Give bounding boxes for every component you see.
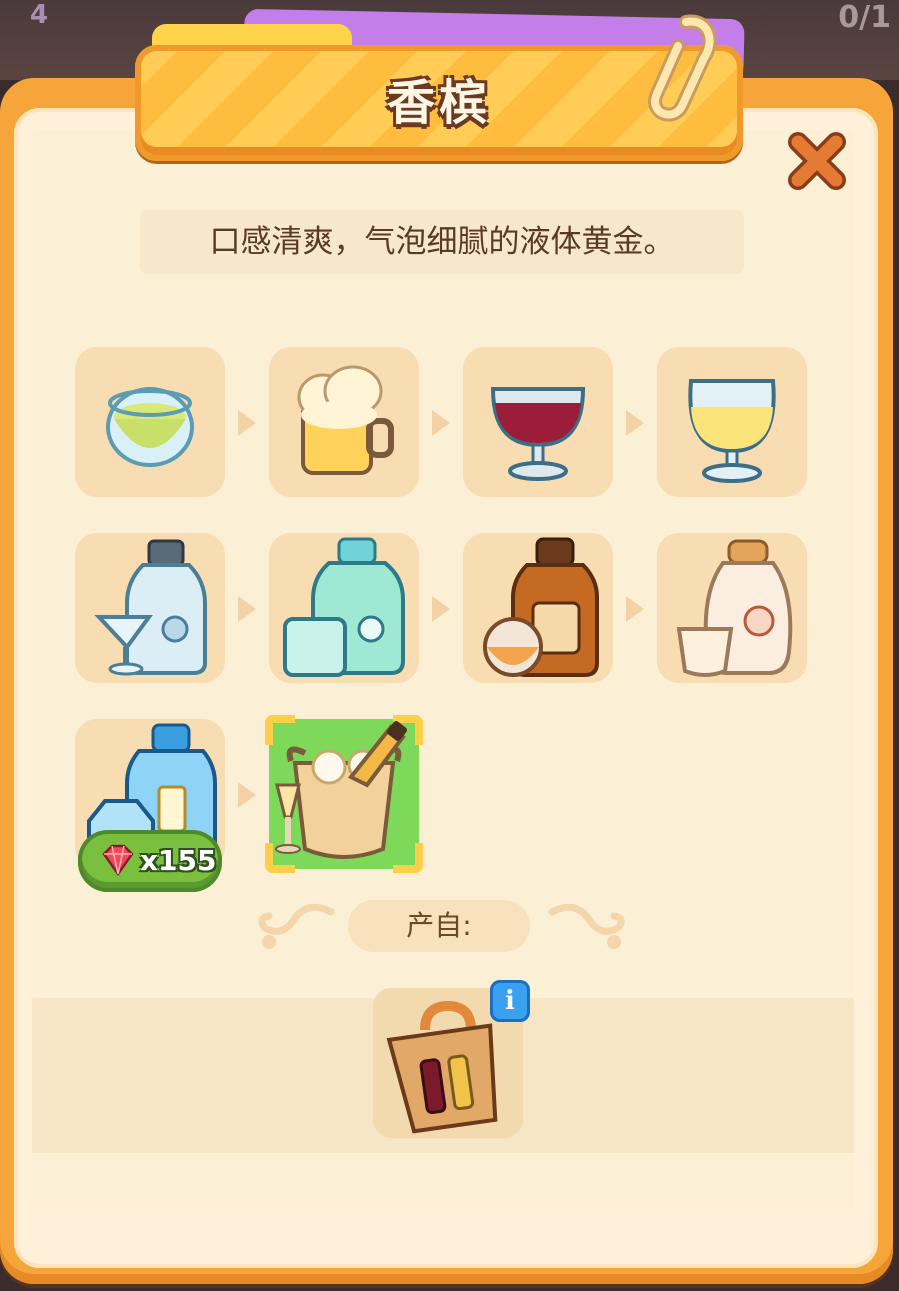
- source-label: 产自:: [348, 900, 530, 952]
- whiskey-bottle-icon: [483, 537, 599, 677]
- tea-cup-icon: [106, 387, 194, 467]
- close-button[interactable]: [786, 130, 848, 192]
- close-x-icon: [788, 132, 846, 190]
- chevron-right-icon: [238, 782, 256, 808]
- chain-item-vodka[interactable]: [75, 533, 225, 683]
- chevron-right-icon: [432, 410, 450, 436]
- background-counter-right: 0/1: [838, 0, 891, 35]
- chevron-right-icon: [626, 596, 644, 622]
- info-button[interactable]: i: [490, 980, 530, 1022]
- vodka-bottle-icon: [94, 539, 207, 676]
- buy-button[interactable]: x155: [78, 830, 222, 892]
- background-counter-left: 4: [30, 0, 49, 30]
- chevron-right-icon: [238, 410, 256, 436]
- chain-item-green-bottle[interactable]: [269, 533, 419, 683]
- chevron-right-icon: [626, 410, 644, 436]
- panel-footer: [32, 1154, 854, 1208]
- chain-item-red-wine-glass[interactable]: [463, 347, 613, 497]
- chain-item-white-wine-glass[interactable]: [657, 347, 807, 497]
- decorative-swirl-left: [258, 903, 335, 949]
- champagne-bucket-icon: [275, 720, 408, 859]
- chain-item-green-tea-cup[interactable]: [75, 347, 225, 497]
- red-wine-glass-icon: [490, 387, 586, 481]
- white-wine-glass-icon: [688, 379, 776, 483]
- chevron-right-icon: [432, 596, 450, 622]
- sake-bottle-icon: [676, 539, 793, 677]
- price-label: x155: [140, 844, 217, 877]
- chain-item-beer-mug[interactable]: [269, 347, 419, 497]
- chain-item-whiskey[interactable]: [463, 533, 613, 683]
- decorative-swirl-right: [548, 903, 625, 949]
- chevron-right-icon: [238, 596, 256, 622]
- ruby-gem-icon: [102, 844, 134, 877]
- chain-item-champagne-current[interactable]: [265, 715, 423, 873]
- paperclip-icon: [648, 14, 717, 122]
- item-description: 口感清爽，气泡细腻的液体黄金。: [140, 210, 744, 274]
- green-bottle-icon: [283, 537, 405, 677]
- chain-item-sake[interactable]: [657, 533, 807, 683]
- beer-mug-icon: [297, 365, 394, 475]
